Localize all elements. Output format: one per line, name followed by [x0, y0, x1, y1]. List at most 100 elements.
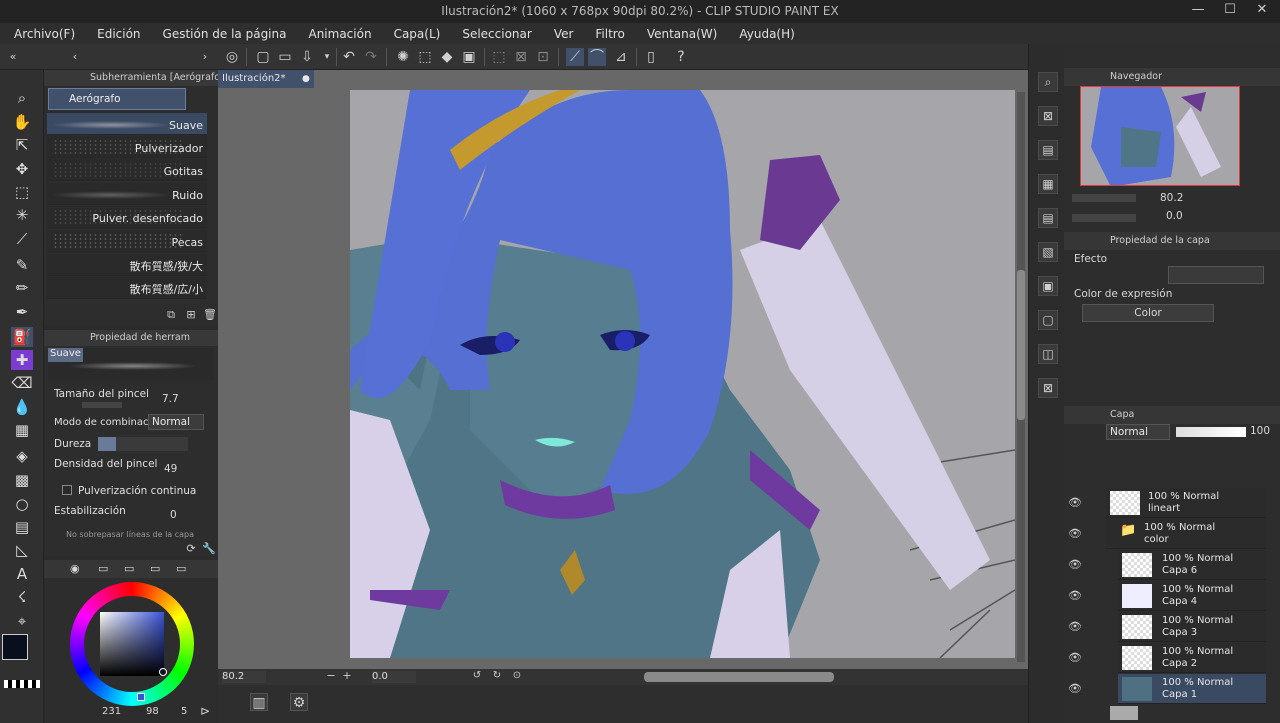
hardness-slider[interactable] — [98, 437, 188, 451]
operation-icon[interactable]: ⇱ — [11, 135, 33, 155]
layer-row[interactable]: 100 % Normal Capa 4 — [1118, 581, 1266, 611]
wrench-icon[interactable]: 🔧 — [200, 540, 218, 558]
brush-item-gotitas[interactable]: Gotitas — [47, 159, 207, 181]
gradient-icon[interactable]: ▩ — [11, 470, 33, 490]
expression-color-select[interactable]: Color — [1082, 304, 1214, 322]
history-icon[interactable]: ▧ — [1038, 242, 1058, 262]
eyedropper-icon[interactable]: ⟋ — [11, 229, 33, 249]
clear-icon[interactable]: ⬚ — [416, 48, 434, 66]
redo-icon[interactable]: ↷ — [362, 48, 380, 66]
history-tab-icon[interactable]: ▭ — [176, 562, 186, 575]
layer-opacity-slider[interactable] — [1176, 427, 1246, 437]
stabilization-value[interactable]: 0 — [170, 509, 177, 521]
eraser-icon[interactable]: ⌫ — [11, 373, 33, 393]
rotate-right-icon[interactable]: ↻ — [488, 667, 506, 685]
approx-color-tab-icon[interactable]: ▭ — [150, 562, 160, 575]
settings-icon[interactable]: ⚙ — [290, 693, 308, 711]
menu-edicion[interactable]: Edición — [97, 27, 140, 41]
frame-icon[interactable]: ▤ — [11, 517, 33, 537]
collapse-left2-icon[interactable]: ‹ — [66, 48, 84, 66]
airbrush-icon[interactable]: ⛽ — [11, 327, 33, 347]
crop-icon[interactable]: ⊡ — [534, 48, 552, 66]
continuous-checkbox[interactable] — [62, 485, 72, 495]
clip-studio-icon[interactable]: ◎ — [223, 48, 241, 66]
layer-blend-select[interactable]: Normal — [1106, 424, 1170, 440]
auto-action-icon[interactable]: ▣ — [1038, 276, 1058, 296]
hue-handle[interactable] — [137, 693, 145, 701]
animation-icon[interactable]: ◫ — [1038, 344, 1058, 364]
brush-item-pulverizador[interactable]: Pulverizador — [47, 136, 207, 158]
sub-view-icon[interactable]: ▤ — [1038, 140, 1058, 160]
main-color-swatch[interactable] — [2, 634, 28, 660]
paper-layer-thumb[interactable] — [1110, 706, 1138, 720]
effect-buttons[interactable] — [1168, 266, 1264, 284]
decoration-icon[interactable]: ✚ — [11, 350, 33, 370]
rotate-left-icon[interactable]: ↺ — [468, 667, 486, 685]
menu-archivo[interactable]: Archivo(F) — [14, 27, 75, 41]
hand-icon[interactable]: ✋ — [11, 112, 33, 132]
subtool-group-tab[interactable]: Aerógrafo — [48, 88, 186, 110]
snap-ruler-icon[interactable]: ⟋ — [566, 48, 584, 66]
transform-icon[interactable]: ▣ — [460, 48, 478, 66]
angle-field[interactable]: 0.0 — [372, 671, 416, 683]
menu-ver[interactable]: Ver — [554, 27, 574, 41]
trash-icon[interactable]: 🗑 — [201, 306, 219, 324]
eye-icon[interactable]: 👁 — [1068, 558, 1082, 571]
fill-icon[interactable]: ◆ — [438, 48, 456, 66]
undo-icon[interactable]: ↶ — [340, 48, 358, 66]
horizontal-scroll-thumb[interactable] — [644, 672, 834, 682]
layer-row[interactable]: 100 % Normal Capa 6 — [1118, 550, 1266, 580]
pen-icon[interactable]: ✎ — [11, 255, 33, 275]
pencil-icon[interactable]: ✏ — [11, 278, 33, 298]
layer-search-icon[interactable]: ▤ — [1038, 208, 1058, 228]
brush-item-ruido[interactable]: Ruido — [47, 183, 207, 205]
layer-opacity-value[interactable]: 100 — [1250, 425, 1270, 437]
info-icon[interactable]: ⊠ — [1038, 378, 1058, 398]
expand-icon[interactable]: › — [196, 48, 214, 66]
text-icon[interactable]: A — [11, 564, 33, 584]
navigator-zoom-value[interactable]: 80.2 — [1160, 192, 1183, 204]
brush-item-sanpu-1[interactable]: 散布質感/狭/大 — [47, 254, 207, 276]
menu-gestion-pagina[interactable]: Gestión de la página — [163, 27, 287, 41]
brush-size-value[interactable]: 7.7 — [162, 393, 179, 405]
search-icon[interactable]: ⌕ — [1038, 72, 1058, 92]
reset-icon[interactable]: ⟳ — [182, 540, 200, 558]
deselect-icon[interactable]: ⬚ — [490, 48, 508, 66]
eye-icon[interactable]: 👁 — [1068, 589, 1082, 602]
play-icon[interactable]: ⊳ — [196, 702, 214, 720]
loading-icon[interactable]: ✺ — [394, 48, 412, 66]
layer-row[interactable]: 100 % Normal Capa 2 — [1118, 643, 1266, 673]
fill-bucket-icon[interactable]: ◈ — [11, 446, 33, 466]
collapse-left-icon[interactable]: « — [4, 48, 22, 66]
export-dropdown-icon[interactable]: ▾ — [318, 48, 336, 66]
phone-icon[interactable]: ▯ — [642, 48, 660, 66]
zoom-field[interactable]: 80.2 — [222, 671, 266, 683]
new-subtool-icon[interactable]: ⊞ — [182, 306, 200, 324]
mesh-icon[interactable]: ▦ — [11, 420, 33, 440]
vertical-scroll-thumb[interactable] — [1017, 270, 1025, 420]
layout-icon[interactable]: ▥ — [250, 693, 268, 711]
color-picker-handle[interactable] — [159, 668, 167, 676]
new-file-icon[interactable]: ▢ — [254, 48, 272, 66]
document-tab[interactable]: Ilustración2* ● — [218, 70, 314, 88]
eye-icon[interactable]: 👁 — [1068, 496, 1082, 509]
move-icon[interactable]: ✥ — [11, 159, 33, 179]
eye-icon[interactable]: 👁 — [1068, 620, 1082, 633]
copy-subtool-icon[interactable]: ⧉ — [162, 306, 180, 324]
eye-icon[interactable]: 👁 — [1068, 527, 1082, 540]
snap-special-icon[interactable]: ⌒ — [588, 48, 606, 66]
navigator-rotate-slider[interactable] — [1072, 214, 1136, 222]
invert-icon[interactable]: ⊠ — [512, 48, 530, 66]
reset-rotate-icon[interactable]: ⊙ — [508, 667, 526, 685]
close-tab-icon[interactable]: ● — [302, 70, 310, 88]
close-button[interactable]: ✕ — [1252, 2, 1272, 20]
menu-animacion[interactable]: Animación — [308, 27, 371, 41]
brush-icon[interactable]: ✒ — [11, 302, 33, 322]
ruler-icon[interactable]: ◺ — [11, 540, 33, 560]
brush-item-sanpu-2[interactable]: 散布質感/広/小 — [47, 277, 207, 299]
brush-item-pecas[interactable]: Pecas — [47, 230, 207, 252]
intermediate-color-tab-icon[interactable]: ▭ — [124, 562, 134, 575]
menu-filtro[interactable]: Filtro — [595, 27, 624, 41]
brush-item-pulver-desenfocado[interactable]: Pulver. desenfocado — [47, 206, 207, 228]
navigator-rotate-value[interactable]: 0.0 — [1166, 210, 1183, 222]
